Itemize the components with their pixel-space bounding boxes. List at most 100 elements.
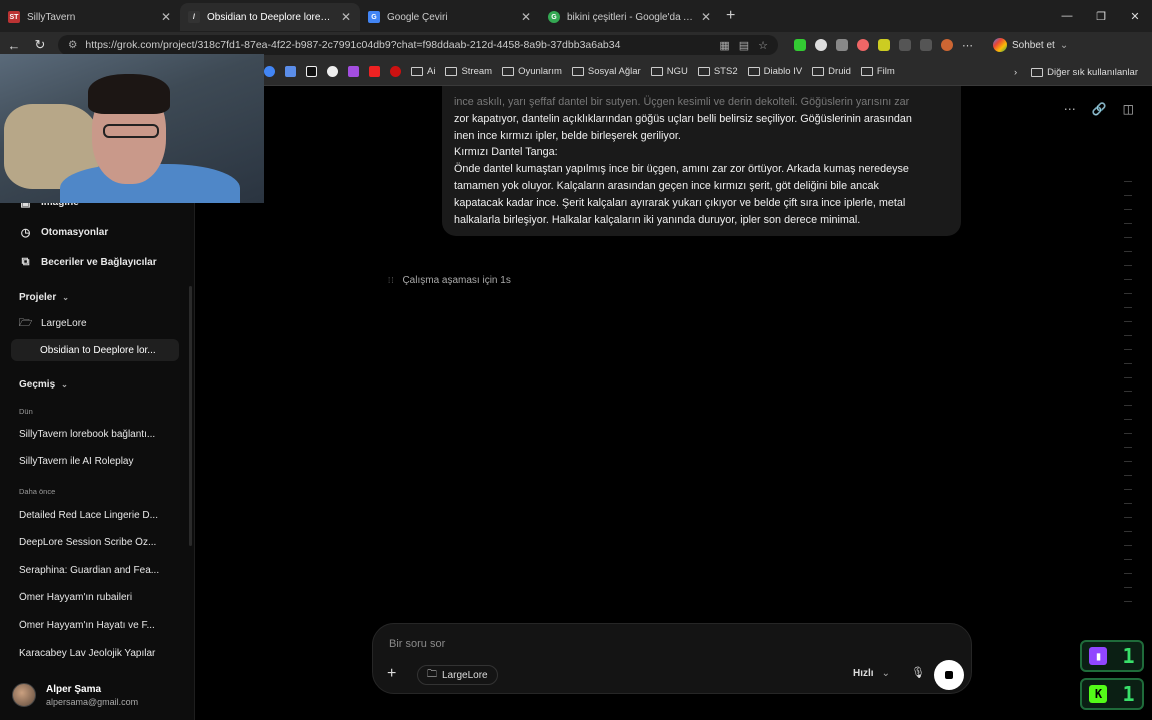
bookmark-folder-diablo[interactable]: Diablo IV	[747, 66, 803, 77]
heart-icon[interactable]	[348, 66, 359, 77]
attach-plus-icon[interactable]: +	[387, 665, 396, 683]
google-translate-favicon-icon: G	[368, 11, 380, 23]
history-item[interactable]: DeepLore Session Scribe Öz...	[19, 537, 169, 548]
copilot-chat-button[interactable]: Sohbet et ⌄	[993, 38, 1068, 52]
folder-icon	[571, 67, 584, 76]
history-item[interactable]: Karacabey Lav Jeolojik Yapılar	[19, 648, 169, 659]
close-tab-icon[interactable]: ✕	[700, 10, 712, 24]
extension-icon[interactable]	[857, 39, 869, 51]
close-window-icon[interactable]: ✕	[1118, 10, 1152, 23]
message-heading: Kırmızı Dantel Tanga:	[454, 146, 558, 159]
chevron-down-icon: ⌄	[62, 293, 69, 302]
close-tab-icon[interactable]: ✕	[520, 10, 532, 24]
stop-generation-button[interactable]	[934, 660, 964, 690]
bookmark-label: Stream	[461, 66, 493, 77]
avatar	[12, 683, 36, 707]
more-options-icon[interactable]: ⋯	[1064, 102, 1076, 116]
bookmark-icon[interactable]	[390, 66, 401, 77]
bookmark-label: Film	[876, 66, 895, 77]
history-item[interactable]: Ömer Hayyam'ın rubaileri	[19, 592, 169, 603]
split-screen-icon[interactable]	[920, 39, 932, 51]
history-item[interactable]: Seraphina: Guardian and Fea...	[19, 565, 169, 576]
bookmark-folder-stream[interactable]: Stream	[445, 66, 492, 77]
message-line: ince askılı, yarı şeffaf dantel bir suty…	[454, 96, 910, 108]
chat-header-actions: ⋯ 🔗 ◫	[1064, 102, 1134, 116]
bookmark-label: Sosyal Ağlar	[587, 66, 641, 77]
history-item[interactable]: SillyTavern ile AI Roleplay	[19, 456, 169, 467]
copilot-icon	[993, 38, 1007, 52]
maximize-icon[interactable]: ❐	[1084, 10, 1118, 23]
close-tab-icon[interactable]: ✕	[160, 10, 172, 24]
new-tab-icon[interactable]: +	[726, 7, 735, 25]
url-text: https://grok.com/project/318c7fd1-87ea-4…	[85, 39, 621, 51]
extensions: ⋯	[794, 39, 973, 52]
bookmark-icon[interactable]	[264, 66, 275, 77]
profile-avatar[interactable]	[941, 39, 953, 51]
youtube-icon[interactable]	[369, 66, 380, 77]
bookmark-folder-sts2[interactable]: STS2	[697, 66, 738, 77]
message-line: Önde dantel kumaştan yapılmış ince bir ü…	[454, 163, 909, 176]
reload-icon[interactable]: ↻	[32, 37, 48, 53]
bookmark-folder-film[interactable]: Film	[860, 66, 895, 77]
bookmark-icon[interactable]	[285, 66, 296, 77]
user-profile[interactable]: Alper Şama alpersama@gmail.com	[12, 683, 138, 707]
folder-icon	[502, 67, 515, 76]
other-bookmarks-folder[interactable]: Diğer sık kullanılanlar	[1031, 67, 1138, 78]
shield-icon[interactable]	[836, 39, 848, 51]
history-item[interactable]: Ömer Hayyam'ın Hayatı ve F...	[19, 620, 169, 631]
user-email: alpersama@gmail.com	[46, 696, 139, 707]
bookmark-folder-oyunlarim[interactable]: Oyunlarım	[502, 66, 562, 77]
model-mode-select[interactable]: Hızlı ⌄	[853, 668, 890, 679]
bookmarks-overflow: › Diğer sık kullanılanlar	[1014, 58, 1138, 86]
sidebar-scrollbar[interactable]	[189, 286, 192, 546]
apps-icon[interactable]: ▦	[719, 39, 729, 52]
favorite-star-icon[interactable]: ☆	[758, 39, 768, 52]
sidebar-item-skills[interactable]: ⧉ Beceriler ve Bağlayıcılar	[19, 256, 157, 269]
sidebar-item-active-chat[interactable]: Obsidian to Deeplore lor...	[11, 339, 179, 361]
tab-sillytavern[interactable]: ST SillyTavern ✕	[0, 3, 180, 31]
projects-section-toggle[interactable]: Projeler ⌄	[19, 292, 69, 303]
prompt-input[interactable]: Bir soru sor	[389, 638, 445, 650]
history-section-toggle[interactable]: Geçmiş ⌄	[19, 379, 68, 390]
panel-toggle-icon[interactable]: ◫	[1123, 102, 1134, 116]
message-line: zor kapatıyor, dantelin açıklıklarından …	[454, 112, 912, 125]
stop-icon	[945, 671, 953, 679]
sidebar-item-project-largelore[interactable]: 🗁 LargeLore	[19, 317, 87, 330]
folder-icon	[697, 67, 710, 76]
r-extension-icon[interactable]	[878, 39, 890, 51]
more-menu-icon[interactable]: ⋯	[962, 39, 973, 52]
bookmark-folder-ai[interactable]: Ai	[411, 66, 435, 77]
microphone-icon[interactable]: 🎙	[911, 666, 925, 679]
bookmark-label: Diablo IV	[763, 66, 803, 77]
site-info-icon[interactable]: ⚙	[68, 39, 77, 51]
message-composer: Bir soru sor + 🗀 LargeLore Hızlı ⌄ 🎙	[372, 623, 972, 694]
bookmark-folder-sosyal[interactable]: Sosyal Ağlar	[571, 66, 641, 77]
puzzle-icon[interactable]	[899, 39, 911, 51]
thinking-status[interactable]: ⁞⁞ Çalışma aşaması için 1s	[388, 275, 511, 286]
cloud-extension-icon[interactable]	[815, 39, 827, 51]
sidebar-item-label: Otomasyonlar	[41, 227, 109, 238]
tiktok-icon[interactable]	[306, 66, 317, 77]
history-item[interactable]: SillyTavern lorebook bağlantı...	[19, 429, 169, 440]
bookmark-icon[interactable]	[327, 66, 338, 77]
scroll-minimap[interactable]	[1124, 181, 1132, 611]
tab-google-search[interactable]: G bikini çeşitleri - Google'da Ara ✕	[540, 3, 720, 31]
extension-icon[interactable]	[794, 39, 806, 51]
minimize-icon[interactable]: —	[1050, 10, 1084, 22]
tab-google-translate[interactable]: G Google Çeviri ✕	[360, 3, 540, 31]
sidebar-item-automations[interactable]: ◷ Otomasyonlar	[19, 226, 109, 239]
back-icon[interactable]: ←	[6, 38, 22, 53]
project-chip[interactable]: 🗀 LargeLore	[417, 665, 498, 685]
bookmark-folder-druid[interactable]: Druid	[812, 66, 851, 77]
history-item[interactable]: Detailed Red Lace Lingerie D...	[19, 510, 169, 521]
bookmark-label: STS2	[713, 66, 738, 77]
share-link-icon[interactable]: 🔗	[1092, 102, 1107, 116]
reader-icon[interactable]: ▤	[739, 39, 749, 52]
mode-label: Hızlı	[853, 668, 874, 679]
tab-grok-chat[interactable]: / Obsidian to Deeplore lore convers ✕	[180, 3, 360, 31]
url-field[interactable]: ⚙ https://grok.com/project/318c7fd1-87ea…	[58, 35, 778, 55]
chevron-right-icon[interactable]: ›	[1014, 67, 1017, 78]
folder-icon	[812, 67, 825, 76]
close-tab-icon[interactable]: ✕	[340, 10, 352, 24]
bookmark-folder-ngu[interactable]: NGU	[650, 66, 688, 77]
